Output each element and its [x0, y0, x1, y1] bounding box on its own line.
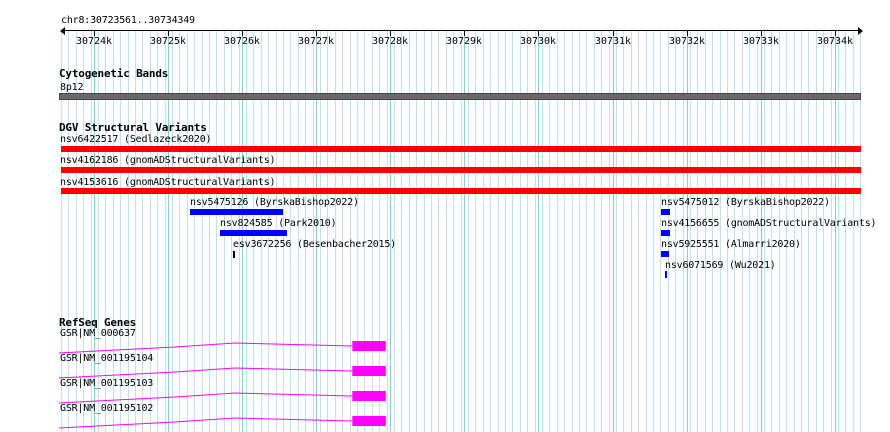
refseq-intron-line[interactable] — [58, 367, 353, 379]
refseq-intron-line[interactable] — [58, 392, 353, 404]
refseq-gene-graphics — [58, 341, 386, 429]
refseq-exon[interactable] — [352, 391, 386, 401]
refseq-gene-label[interactable]: GSR|NM_000637 — [60, 328, 136, 339]
refseq-exon[interactable] — [352, 416, 386, 426]
refseq-intron-line[interactable] — [58, 342, 353, 354]
refseq-intron-line[interactable] — [58, 417, 353, 429]
refseq-gene-label[interactable]: GSR|NM_001195103 — [60, 378, 153, 389]
genome-browser-view: chr8:30723561..30734349 30724k 30725k 3072… — [0, 0, 890, 432]
refseq-exon[interactable] — [352, 366, 386, 376]
refseq-exon[interactable] — [352, 341, 386, 351]
refseq-gene-label[interactable]: GSR|NM_001195102 — [60, 403, 153, 414]
refseq-gene-label[interactable]: GSR|NM_001195104 — [60, 353, 153, 364]
